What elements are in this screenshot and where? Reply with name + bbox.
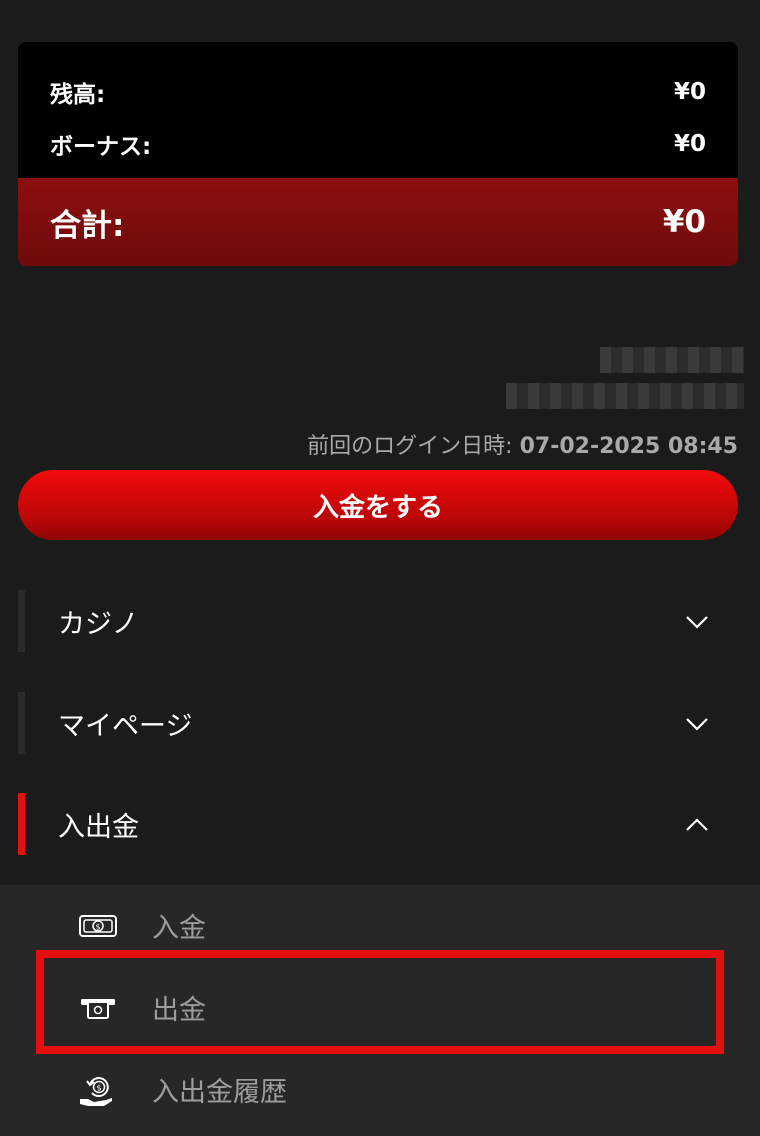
redacted-user-id	[506, 383, 744, 409]
submenu-item-withdraw[interactable]: 出金	[0, 967, 760, 1047]
menu-indicator-bar	[18, 692, 25, 754]
menu-item-casino-label: カジノ	[58, 608, 139, 640]
submenu-item-history-label: 入出金履歴	[152, 1076, 287, 1108]
chevron-down-icon	[686, 616, 708, 629]
total-balance-value: ¥0	[662, 204, 706, 240]
menu-item-banking[interactable]: 入出金	[18, 793, 738, 855]
menu-item-casino[interactable]: カジノ	[18, 590, 738, 652]
last-login-label: 前回のログイン日時:	[307, 434, 520, 459]
banking-submenu: $ 入金 出金 $ 入出金履歴	[0, 885, 760, 1136]
money-refresh-hand-icon: $	[80, 1077, 112, 1106]
last-login-info: 前回のログイン日時: 07-02-2025 08:45	[307, 428, 738, 460]
menu-indicator-bar	[18, 590, 25, 652]
menu-item-mypage[interactable]: マイページ	[18, 692, 738, 754]
bonus-balance-value: ¥0	[673, 131, 706, 157]
submenu-item-history[interactable]: $ 入出金履歴	[0, 1049, 760, 1129]
bonus-balance-label: ボーナス:	[50, 134, 152, 160]
total-balance-label: 合計:	[50, 207, 125, 244]
menu-indicator-bar-active	[18, 793, 25, 855]
submenu-item-deposit-label: 入金	[152, 912, 206, 944]
svg-text:$: $	[95, 923, 100, 932]
cash-balance-label: 残高:	[50, 82, 106, 108]
deposit-button[interactable]: 入金をする	[18, 470, 738, 540]
balance-card: 残高: ¥0 ボーナス: ¥0 合計: ¥0	[18, 42, 738, 266]
cash-balance-value: ¥0	[673, 79, 706, 105]
submenu-item-withdraw-label: 出金	[152, 994, 206, 1026]
menu-item-banking-label: 入出金	[58, 811, 139, 843]
atm-withdraw-icon	[81, 999, 115, 1019]
redacted-username	[600, 347, 744, 373]
chevron-down-icon	[686, 718, 708, 731]
menu-item-mypage-label: マイページ	[58, 710, 193, 742]
submenu-item-deposit[interactable]: $ 入金	[0, 885, 760, 965]
total-balance-row: 合計: ¥0	[18, 178, 738, 266]
last-login-timestamp: 07-02-2025 08:45	[519, 434, 738, 459]
svg-text:$: $	[96, 1084, 101, 1093]
chevron-up-icon	[686, 818, 708, 831]
cash-bill-icon: $	[79, 915, 117, 937]
